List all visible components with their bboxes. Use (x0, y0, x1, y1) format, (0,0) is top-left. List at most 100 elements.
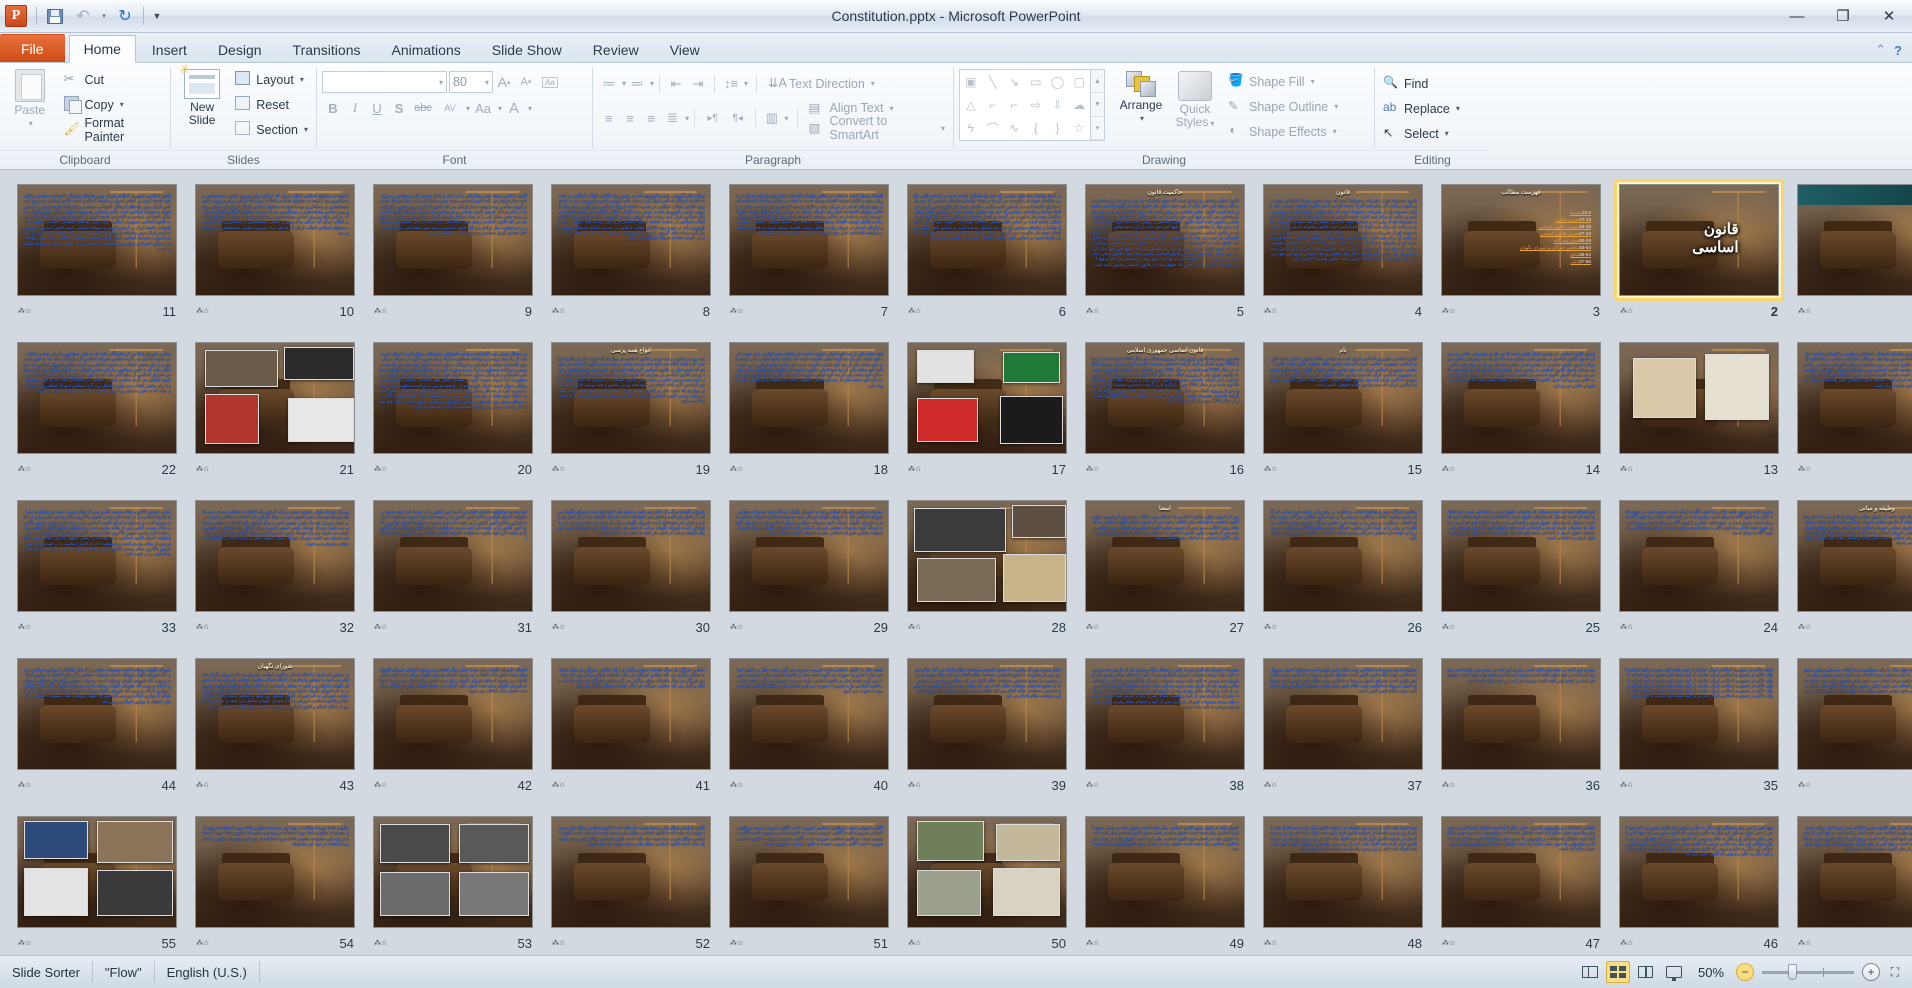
tab-animations[interactable]: Animations (376, 36, 475, 62)
slide-thumbnail[interactable]: آگاهی عمومی نسبت به قانون اساسی ضرورت اس… (729, 816, 889, 928)
slide-thumbnail[interactable]: مجلس خبرگان هر سال جلسات منظم برگزار می … (551, 658, 711, 770)
slide-thumbnail[interactable]: حقوق ملت در فصل سوم قانون اساسی بیان شده… (1085, 816, 1245, 928)
shape-outline-button[interactable]: ✎ Shape Outline ▾ (1225, 94, 1341, 119)
slide-thumbnail-frame[interactable]: حاکمیت قانون قانون خطی مشخص و روشن است که… (1080, 179, 1250, 301)
ribbon-tab-bar[interactable]: File Home Insert Design Transitions Anim… (0, 33, 1912, 63)
animation-star-icon[interactable]: ⁂☆ (1442, 622, 1455, 633)
animation-star-icon[interactable]: ⁂☆ (1086, 464, 1099, 475)
slide-thumbnail-cell[interactable]: قانون اساسی جمهوری اسلامی ایران مبین نها… (8, 176, 186, 334)
slide-thumbnail-cell[interactable]: مقدمه قانون اساسی مبین نهادهای فرهنگی اج… (1788, 334, 1912, 492)
slide-thumbnail-cell[interactable]: اصول قانون اساسی در چندین فصل تنظیم شده … (1432, 334, 1610, 492)
right-to-left-icon[interactable]: ¶◂ (725, 107, 750, 129)
shape-cloud-icon[interactable]: ☁ (1073, 98, 1085, 112)
slide-thumbnail-cell[interactable]: شورای نگهبان به منظور پاسداری از احکام اس… (186, 650, 364, 808)
slide-thumbnail-frame[interactable]: قانون اساسی (1792, 179, 1912, 301)
slide-thumbnail-frame[interactable]: تجدید نظر در قانون اساسی بنا به ضرورت صو… (724, 653, 894, 775)
format-painter-button[interactable]: 🖌 Format Painter (61, 116, 165, 144)
slide-thumbnail[interactable]: مقدمه قانون اساسی مبین نهادهای فرهنگی اج… (1797, 342, 1912, 454)
slide-thumbnail-frame[interactable] (902, 337, 1072, 459)
slide-thumbnail[interactable]: قانون قانون مجموعه ای از مقررات و ضوابط ا… (1263, 184, 1423, 296)
animation-star-icon[interactable]: ⁂☆ (1086, 306, 1099, 317)
animation-star-icon[interactable]: ⁂☆ (1620, 780, 1633, 791)
slide-thumbnail[interactable]: هیچ کس را نمی توان دستگیر کرد مگر به حکم… (1619, 816, 1779, 928)
slide-thumbnail-frame[interactable]: در ایجاد نهادها و بنیادهای سیاسی که خود … (902, 179, 1072, 301)
slide-thumbnail[interactable]: شورای نگهبان به منظور پاسداری از احکام اس… (195, 658, 355, 770)
slide-thumbnail-cell[interactable]: ⁂☆ 28 (898, 492, 1076, 650)
animation-star-icon[interactable]: ⁂☆ (1620, 938, 1633, 949)
animation-star-icon[interactable]: ⁂☆ (374, 938, 387, 949)
fit-slide-to-window-button[interactable]: ⛶ (1884, 962, 1906, 982)
slide-thumbnail-cell[interactable]: با توجه به محتوای اسلامی انقلاب ایران که… (186, 176, 364, 334)
animation-star-icon[interactable]: ⁂☆ (730, 306, 743, 317)
animation-star-icon[interactable]: ⁂☆ (1798, 464, 1811, 475)
shapes-gallery[interactable]: ▣ ╲ ↘ ▭ ◯ ▢ △ ⌐ ⌐ ⇨ ⇩ ☁ ϟ ⌒ ∿ { } ☆ ▲ ▼ … (959, 69, 1105, 141)
slide-thumbnail-cell[interactable]: رئیس جمهور بالاترین مقام رسمی کشور پس از… (8, 492, 186, 650)
status-view-name[interactable]: Slide Sorter (0, 961, 93, 983)
shape-scribble-icon[interactable]: ϟ (968, 121, 974, 135)
slide-thumbnail[interactable]: قوه قضائیه قوه ای است مستقل که پشتیبان ح… (1441, 500, 1601, 612)
slide-thumbnail-cell[interactable]: قوای حاکم در جمهوری اسلامی ایران عبارتند… (1610, 650, 1788, 808)
slide-thumbnail[interactable]: محتوای اصول مربوط به اسلامی بودن نظام تغ… (1263, 658, 1423, 770)
minimize-ribbon-icon[interactable]: ⌃ (1875, 42, 1886, 58)
slide-thumbnail[interactable]: شورای نگهبان موظف است مصوبات مجلس را از … (17, 658, 177, 770)
shapes-scrollbar[interactable]: ▲ ▼ ▾ (1091, 69, 1105, 141)
slide-thumbnail-frame[interactable]: قانون قانون مجموعه ای از مقررات و ضوابط ا… (1258, 179, 1428, 301)
slide-thumbnail[interactable]: قانون اساسی میثاق ملی و سند هویت یک ملت … (551, 816, 711, 928)
slide-thumbnail-frame[interactable] (902, 495, 1072, 617)
slide-thumbnail-frame[interactable]: شورای نگهبان به منظور پاسداری از احکام اس… (190, 653, 360, 775)
shape-textbox-icon[interactable]: ▣ (965, 75, 976, 89)
slide-thumbnail-frame[interactable]: قوه قضائیه قوه ای است مستقل که پشتیبان ح… (1436, 495, 1606, 617)
shape-line-icon[interactable]: ╲ (989, 75, 996, 89)
animation-star-icon[interactable]: ⁂☆ (1798, 780, 1811, 791)
slide-thumbnail-frame[interactable]: مصوبات مجلس شورای اسلامی باید به شورای ن… (724, 495, 894, 617)
animation-star-icon[interactable]: ⁂☆ (908, 306, 921, 317)
slide-thumbnail-frame[interactable]: قانون اساسی جمهوری اسلامی نخستین مجموعه ق… (1080, 337, 1250, 459)
animation-star-icon[interactable]: ⁂☆ (1442, 464, 1455, 475)
slide-thumbnail[interactable]: حاکمیت قانون قانون خطی مشخص و روشن است که… (1085, 184, 1245, 296)
slide-thumbnail-cell[interactable]: هیچ کس را نمی توان دستگیر کرد مگر به حکم… (1610, 808, 1788, 955)
slide-thumbnail-cell[interactable]: انواع همه پرسی همه پرسی تقنینی و همه پرسی… (542, 334, 720, 492)
slide-thumbnail-cell[interactable]: مجلس خبرگان هر سال جلسات منظم برگزار می … (542, 650, 720, 808)
animation-star-icon[interactable]: ⁂☆ (1264, 622, 1277, 633)
justify-icon[interactable]: ≣ (662, 107, 683, 129)
slide-thumbnail-cell[interactable]: رئیس جمهور برای مدت چهار سال با رای مستق… (1788, 650, 1912, 808)
zoom-slider-handle[interactable] (1788, 963, 1797, 980)
slide-thumbnail-cell[interactable]: تشکیل اجتماعات و راهپیمایی ها بدون حمل س… (1432, 808, 1610, 955)
slide-thumbnail-frame[interactable]: نام قانون اساسی جمهوری اسلامی ایران نام س… (1258, 337, 1428, 459)
slide-thumbnail[interactable]: قوه مجریه مسئولیت اجرای قوانین و اداره ا… (373, 500, 533, 612)
tab-view[interactable]: View (655, 36, 715, 62)
customize-qat-caret-icon[interactable]: ▼ (149, 4, 165, 28)
line-spacing-icon[interactable]: ↕≡ (720, 73, 742, 95)
slide-thumbnail-frame[interactable]: مقدمه قانون اساسی مبین نهادهای فرهنگی اج… (1792, 337, 1912, 459)
quick-styles-button[interactable]: Quick Styles ▾ (1169, 69, 1221, 130)
slide-thumbnail[interactable]: اقتصاد وسیله است نه هدف در تحکیم بنیانها… (729, 184, 889, 296)
shape-block-arrow-down-icon[interactable]: ⇩ (1052, 98, 1062, 112)
animation-star-icon[interactable]: ⁂☆ (1086, 780, 1099, 791)
character-spacing-icon[interactable]: AV (436, 97, 464, 119)
animation-star-icon[interactable]: ⁂☆ (18, 780, 31, 791)
slide-thumbnail-frame[interactable]: قوه مجریه مسئولیت اجرای قوانین و اداره ا… (368, 495, 538, 617)
animation-star-icon[interactable]: ⁂☆ (1442, 780, 1455, 791)
shape-effects-button[interactable]: ◖ Shape Effects ▾ (1225, 119, 1341, 144)
animation-star-icon[interactable]: ⁂☆ (1620, 622, 1633, 633)
slide-thumbnail-frame[interactable]: انواع همه پرسی همه پرسی تقنینی و همه پرسی… (546, 337, 716, 459)
new-slide-button[interactable]: ✳ New Slide (176, 63, 228, 127)
slide-thumbnail-frame[interactable]: فهرست مطالب 12-3مقدمه 17-13تعریف قانون 24-1… (1436, 179, 1606, 301)
tab-design[interactable]: Design (203, 36, 277, 62)
reset-button[interactable]: Reset (232, 92, 311, 117)
animation-star-icon[interactable]: ⁂☆ (18, 464, 31, 475)
font-color-icon[interactable]: A (502, 97, 526, 119)
slide-thumbnail[interactable]: امضا پس از تصویب نهایی قانون اساسی به امض… (1085, 500, 1245, 612)
shapes-scroll-up-icon[interactable]: ▲ (1091, 70, 1104, 94)
animation-star-icon[interactable]: ⁂☆ (1442, 938, 1455, 949)
animation-star-icon[interactable]: ⁂☆ (196, 780, 209, 791)
change-case-icon[interactable]: Aa (470, 97, 496, 119)
cut-button[interactable]: ✂ Cut (61, 67, 165, 92)
arrange-button[interactable]: Arrange ▾ (1113, 69, 1169, 125)
paste-button[interactable]: Paste ▾ (5, 67, 55, 130)
slide-thumbnail-frame[interactable] (368, 811, 538, 933)
slide-thumbnail[interactable]: رسانه های گروهی رادیو و تلویزیون باید در… (551, 184, 711, 296)
slide-thumbnail-frame[interactable]: مقام رهبری پس از مشورت با مجمع تشخیص مصل… (902, 653, 1072, 775)
slide-thumbnail-cell[interactable]: مقام رهبری پس از مشورت با مجمع تشخیص مصل… (898, 650, 1076, 808)
animation-star-icon[interactable]: ⁂☆ (1620, 306, 1633, 317)
